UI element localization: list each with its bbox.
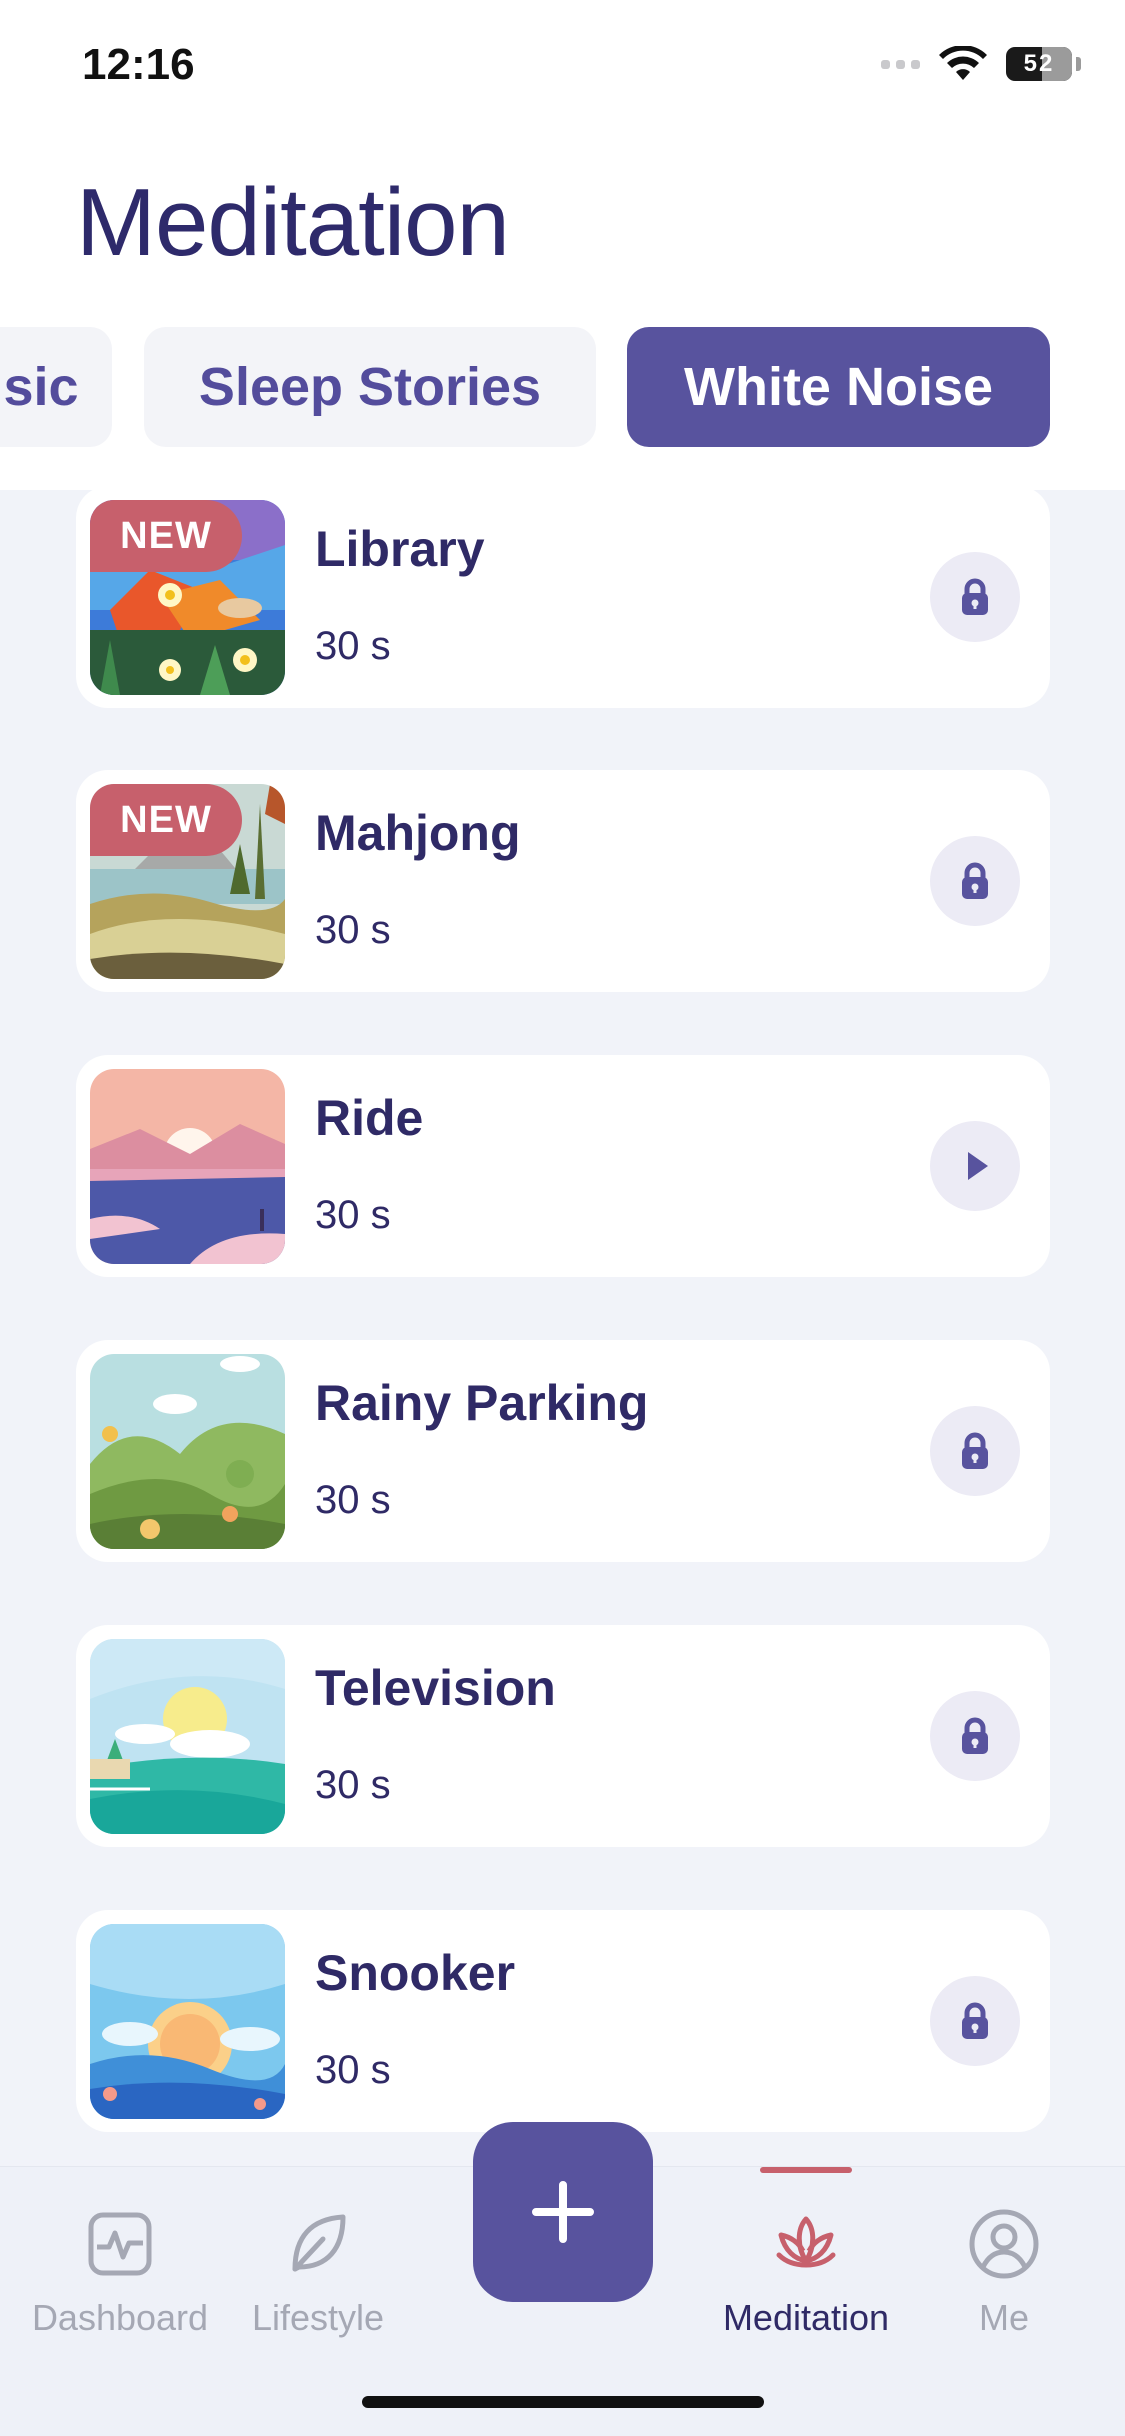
add-button[interactable]: [473, 2122, 653, 2302]
item-duration: 30 s: [315, 1763, 391, 1807]
locked-button[interactable]: [930, 1976, 1020, 2066]
leaf-icon: [292, 2214, 346, 2272]
item-duration: 30 s: [315, 1478, 391, 1522]
list-item-snooker[interactable]: Snooker 30 s: [76, 1910, 1050, 2132]
user-icon: [969, 2209, 1039, 2279]
battery-icon: 52: [1006, 47, 1072, 81]
item-title: Television: [315, 1660, 556, 1716]
item-duration: 30 s: [315, 908, 391, 952]
item-duration: 30 s: [315, 624, 391, 668]
signal-icon: [881, 59, 920, 69]
tab-lifestyle[interactable]: Lifestyle: [228, 2207, 408, 2357]
wifi-icon: [939, 46, 987, 80]
tab-me[interactable]: Me: [914, 2207, 1094, 2357]
list-item-mahjong[interactable]: NEW Mahjong 30 s: [76, 770, 1050, 992]
tab-meditation[interactable]: Meditation: [716, 2207, 896, 2357]
status-bar: 12:16 52: [0, 0, 1125, 130]
lock-icon: [962, 578, 988, 615]
play-button[interactable]: [930, 1121, 1020, 1211]
locked-button[interactable]: [930, 552, 1020, 642]
list-item-rainy-parking[interactable]: Rainy Parking 30 s: [76, 1340, 1050, 1562]
item-duration: 30 s: [315, 1193, 391, 1237]
item-title: Rainy Parking: [315, 1375, 649, 1431]
tab-label: Me: [978, 2297, 1029, 2338]
lotus-icon: [776, 2216, 836, 2268]
tab-label: Dashboard: [31, 2297, 209, 2338]
new-badge: NEW: [90, 500, 242, 572]
list-item-library[interactable]: NEW Library 30 s: [76, 490, 1050, 708]
tab-dashboard[interactable]: Dashboard: [30, 2207, 210, 2357]
locked-button[interactable]: [930, 836, 1020, 926]
lock-icon: [962, 862, 988, 899]
list-item-ride[interactable]: Ride 30 s: [76, 1055, 1050, 1277]
item-title: Mahjong: [315, 805, 521, 861]
plus-icon: [532, 2181, 594, 2243]
pulse-icon: [88, 2212, 152, 2276]
thumbnail-sunset-lake: [90, 1069, 285, 1264]
page-title: Meditation: [76, 169, 510, 276]
status-time: 12:16: [82, 40, 195, 89]
status-icons: 52: [881, 46, 1081, 82]
battery-level: 52: [1023, 50, 1055, 77]
new-badge: NEW: [90, 784, 242, 856]
thumbnail-sunrise-sea: [90, 1924, 285, 2119]
lock-icon: [962, 1432, 988, 1469]
tab-label: Lifestyle: [251, 2297, 385, 2338]
chip-white-noise[interactable]: White Noise: [627, 327, 1050, 447]
list-item-television[interactable]: Television 30 s: [76, 1625, 1050, 1847]
active-tab-indicator: [760, 2167, 852, 2173]
thumbnail-green-hills: [90, 1354, 285, 1549]
chip-music[interactable]: sic: [0, 327, 112, 447]
thumbnail-sunny-field: [90, 1639, 285, 1834]
lock-icon: [962, 1717, 988, 1754]
lock-icon: [962, 2002, 988, 2039]
item-title: Library: [315, 521, 485, 577]
category-chips: sic Sleep Stories White Noise: [0, 327, 1125, 447]
header-area: 12:16 52 Meditation sic Sleep Stories Wh…: [0, 0, 1125, 490]
tab-label: Meditation: [722, 2297, 890, 2338]
item-title: Ride: [315, 1090, 424, 1146]
item-title: Snooker: [315, 1945, 516, 2001]
locked-button[interactable]: [930, 1406, 1020, 1496]
locked-button[interactable]: [930, 1691, 1020, 1781]
item-duration: 30 s: [315, 2048, 391, 2092]
sound-list: NEW Library 30 s NEW Mahjong 30 s Ride 3…: [0, 490, 1125, 2166]
play-icon: [968, 1152, 988, 1180]
home-indicator: [362, 2396, 764, 2408]
chip-sleep-stories[interactable]: Sleep Stories: [144, 327, 596, 447]
